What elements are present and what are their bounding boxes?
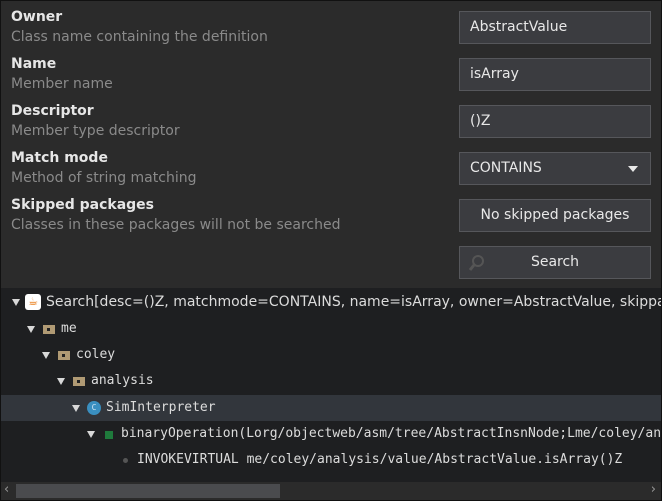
name-title: Name <box>11 56 57 72</box>
search-form: Owner Class name containing the definitio… <box>1 1 661 288</box>
results-tree[interactable]: ☕ Search[desc=()Z, matchmode=CONTAINS, n… <box>1 288 661 482</box>
name-input[interactable]: isArray <box>459 58 651 91</box>
match-mode-select[interactable]: CONTAINS <box>459 152 651 185</box>
node-label: binaryOperation(Lorg/objectweb/asm/tree/… <box>121 426 661 441</box>
tree-node-siminterpreter[interactable]: C SimInterpreter <box>1 395 661 421</box>
scrollbar-thumb[interactable] <box>16 484 280 498</box>
descriptor-title: Descriptor <box>11 103 94 119</box>
match-mode-desc: Method of string matching <box>11 170 197 186</box>
tree-node-instruction[interactable]: INVOKEVIRTUAL me/coley/analysis/value/Ab… <box>1 447 661 473</box>
skipped-packages-button[interactable]: No skipped packages <box>459 199 651 232</box>
node-label: SimInterpreter <box>106 400 216 415</box>
package-icon <box>73 377 85 386</box>
tree-node-method[interactable]: binaryOperation(Lorg/objectweb/asm/tree/… <box>1 421 661 447</box>
expand-arrow-icon[interactable] <box>42 352 50 359</box>
owner-label: Owner Class name containing the definitio… <box>11 8 268 46</box>
owner-desc: Class name containing the definition <box>11 29 268 45</box>
node-label: me <box>61 321 77 336</box>
root-label: Search[desc=()Z, matchmode=CONTAINS, nam… <box>46 294 661 310</box>
descriptor-input[interactable]: ()Z <box>459 105 651 138</box>
package-icon <box>58 351 70 360</box>
chevron-down-icon <box>628 166 638 172</box>
descriptor-desc: Member type descriptor <box>11 123 180 139</box>
expand-arrow-icon[interactable] <box>72 405 80 412</box>
skipped-title: Skipped packages <box>11 197 155 213</box>
node-label: coley <box>76 347 116 362</box>
search-icon <box>468 255 484 271</box>
scroll-left-icon[interactable]: ‹ <box>4 482 9 497</box>
name-desc: Member name <box>11 76 113 92</box>
class-icon: C <box>87 401 101 415</box>
expand-arrow-icon[interactable] <box>57 378 65 385</box>
match-mode-title: Match mode <box>11 150 108 166</box>
name-label: Name Member name <box>11 55 113 93</box>
match-mode-value: CONTAINS <box>470 160 542 176</box>
java-icon: ☕ <box>25 294 41 310</box>
search-button[interactable]: Search <box>459 246 651 279</box>
scroll-right-icon[interactable]: › <box>651 482 656 497</box>
search-label: Search <box>530 254 580 270</box>
descriptor-label: Descriptor Member type descriptor <box>11 102 180 140</box>
tree-node-coley[interactable]: coley <box>1 342 661 368</box>
tree-node-me[interactable]: me <box>1 316 661 342</box>
owner-title: Owner <box>11 9 63 25</box>
expand-arrow-icon[interactable] <box>27 326 35 333</box>
skipped-label: Skipped packages Classes in these package… <box>11 196 341 234</box>
horizontal-scrollbar[interactable]: ‹ › <box>1 482 661 500</box>
expand-arrow-icon[interactable] <box>87 431 95 438</box>
bullet-icon <box>123 458 128 463</box>
method-icon <box>105 431 113 439</box>
tree-node-analysis[interactable]: analysis <box>1 368 661 394</box>
node-label: analysis <box>91 373 154 388</box>
tree-root[interactable]: ☕ Search[desc=()Z, matchmode=CONTAINS, n… <box>1 289 661 315</box>
owner-input[interactable]: AbstractValue <box>459 11 651 44</box>
node-label: INVOKEVIRTUAL me/coley/analysis/value/Ab… <box>137 452 623 467</box>
expand-arrow-icon[interactable] <box>12 299 20 306</box>
match-mode-label: Match mode Method of string matching <box>11 149 196 187</box>
package-icon <box>43 325 55 334</box>
skipped-desc: Classes in these packages will not be se… <box>11 217 341 233</box>
